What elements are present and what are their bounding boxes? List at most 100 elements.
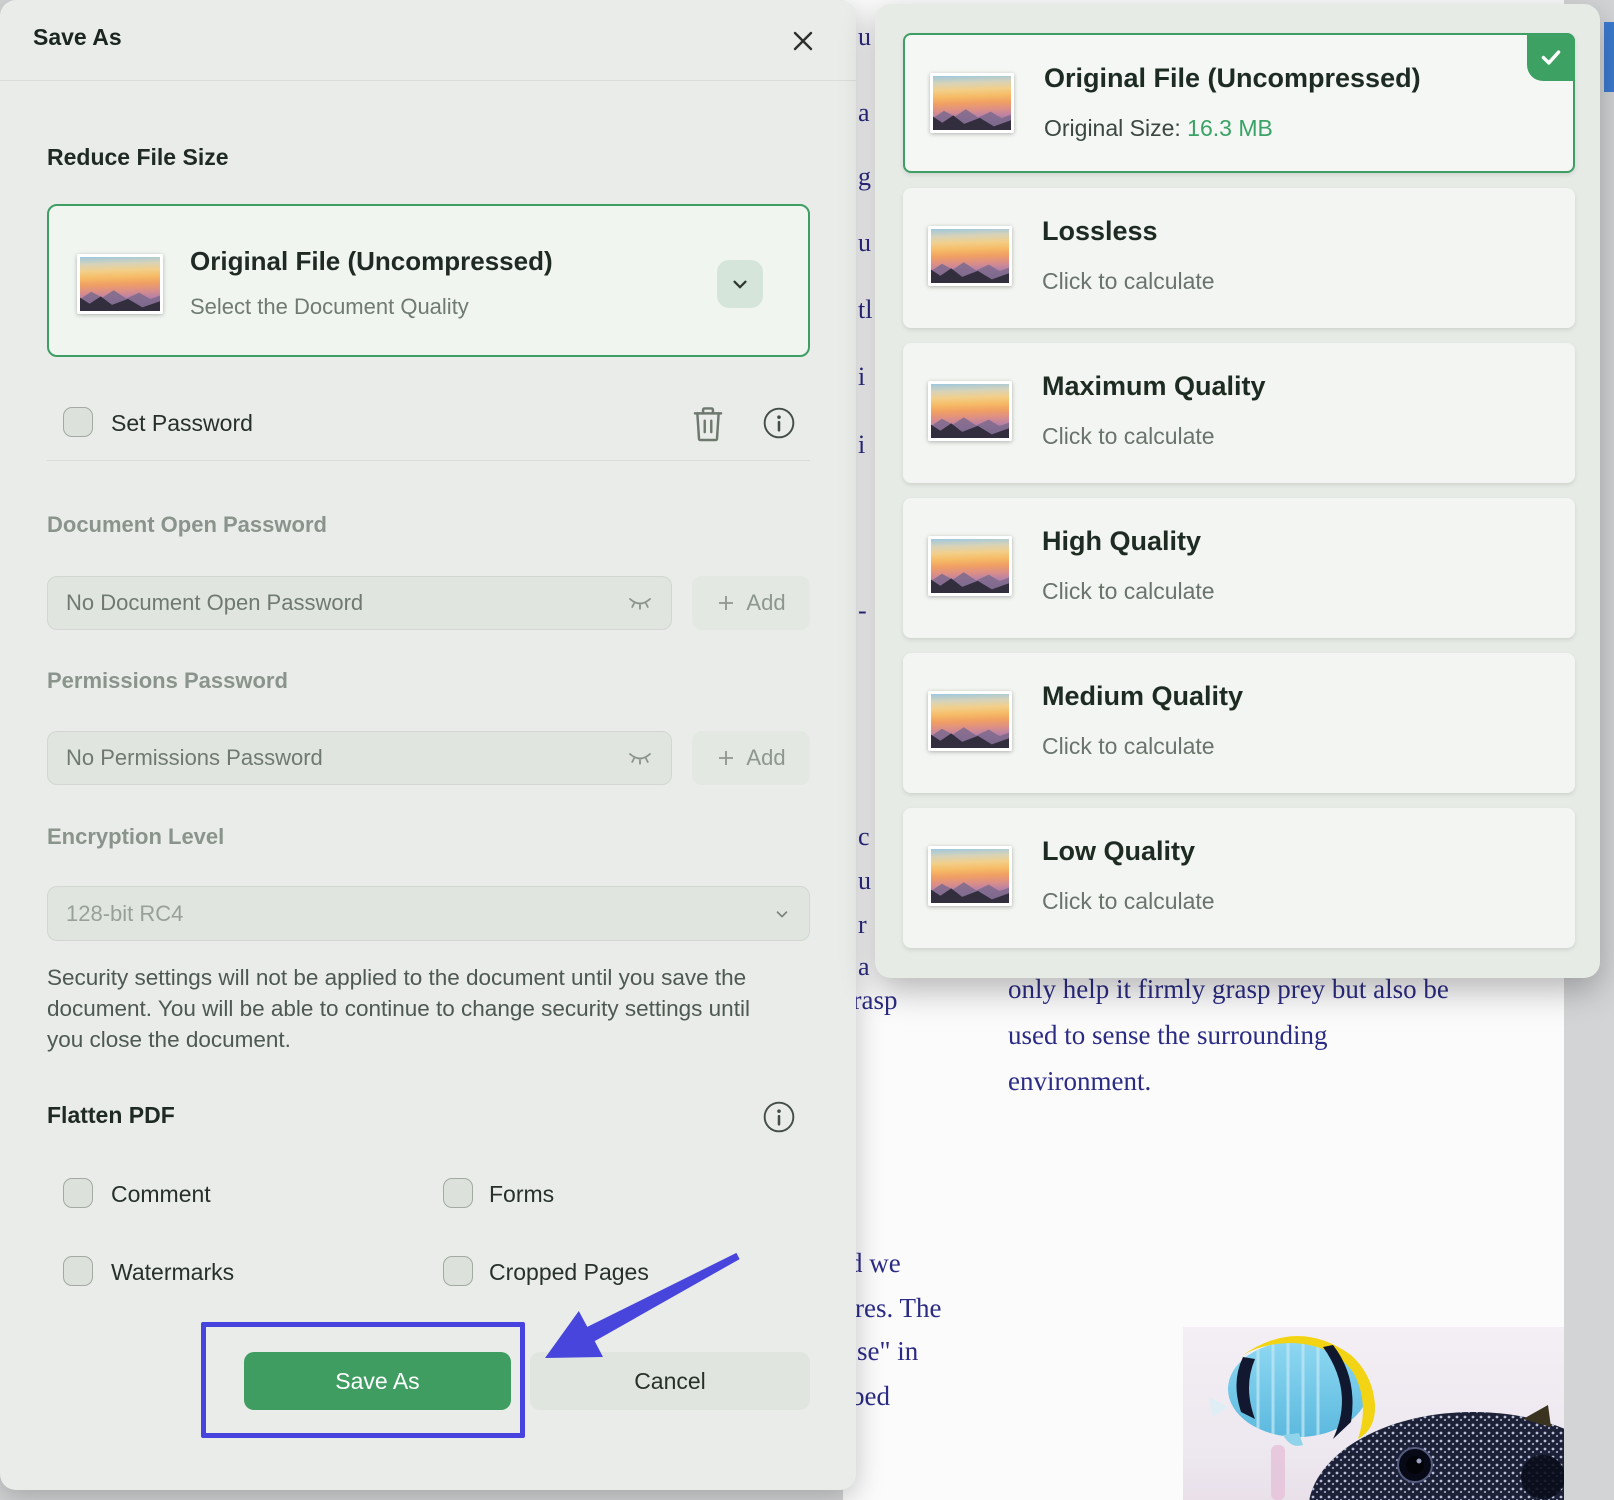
forms-checkbox[interactable] — [443, 1178, 473, 1208]
set-password-checkbox[interactable] — [63, 407, 93, 437]
permissions-password-input[interactable]: No Permissions Password — [47, 731, 672, 785]
watermarks-checkbox[interactable] — [63, 1256, 93, 1286]
dialog-title: Save As — [33, 24, 122, 51]
password-info-button[interactable] — [760, 404, 798, 442]
add-document-open-password-button[interactable]: Add — [692, 576, 810, 630]
watermarks-label: Watermarks — [111, 1259, 234, 1286]
flatten-info-button[interactable] — [760, 1098, 798, 1136]
document-open-password-label: Document Open Password — [47, 512, 327, 538]
document-open-password-input[interactable]: No Document Open Password — [47, 576, 672, 630]
checkmark-icon — [1538, 44, 1564, 70]
plus-icon — [716, 593, 736, 613]
comment-label: Comment — [111, 1181, 211, 1208]
page-text-fragment: g — [858, 162, 871, 192]
selected-quality-title: Original File (Uncompressed) — [190, 246, 553, 277]
background-app-accent — [1604, 22, 1614, 92]
permissions-password-value: No Permissions Password — [66, 745, 627, 771]
highlight-rectangle-annotation — [201, 1322, 525, 1438]
original-size-label: Original Size: — [1044, 115, 1187, 141]
flatten-pdf-heading: Flatten PDF — [47, 1102, 175, 1129]
comment-checkbox[interactable] — [63, 1178, 93, 1208]
document-thumbnail — [928, 381, 1012, 441]
document-thumbnail — [928, 691, 1012, 751]
encryption-level-label: Encryption Level — [47, 824, 224, 850]
page-text-fragment: u — [858, 866, 871, 896]
eye-closed-icon[interactable] — [627, 594, 653, 612]
reduce-file-size-heading: Reduce File Size — [47, 144, 229, 171]
forms-label: Forms — [489, 1181, 554, 1208]
encryption-level-select[interactable]: 128-bit RC4 — [47, 886, 810, 941]
quality-option-subtitle: Original Size: 16.3 MB — [1044, 115, 1273, 142]
info-icon — [762, 1100, 796, 1134]
trash-icon — [690, 404, 726, 444]
page-text-fragment: r — [858, 910, 867, 940]
document-thumbnail — [930, 73, 1014, 133]
quality-selector[interactable]: Original File (Uncompressed) Select the … — [47, 204, 810, 357]
quality-option-title: High Quality — [1042, 526, 1201, 557]
document-thumbnail — [928, 846, 1012, 906]
quality-dropdown-button[interactable] — [717, 260, 763, 308]
quality-option-subtitle: Click to calculate — [1042, 578, 1215, 605]
original-size-value: 16.3 MB — [1187, 115, 1273, 141]
page-text-fragment: a — [858, 952, 870, 982]
page-text-fragment: se" in — [857, 1336, 918, 1367]
security-note: Security settings will not be applied to… — [47, 962, 792, 1055]
quality-option-title: Medium Quality — [1042, 681, 1243, 712]
selected-quality-subtitle: Select the Document Quality — [190, 294, 469, 320]
add-button-label: Add — [746, 590, 785, 616]
document-thumbnail — [928, 226, 1012, 286]
quality-option-title: Maximum Quality — [1042, 371, 1266, 402]
quality-option-maximum[interactable]: Maximum Quality Click to calculate — [903, 343, 1575, 483]
permissions-password-label: Permissions Password — [47, 668, 288, 694]
set-password-label: Set Password — [111, 410, 253, 437]
page-text-fragment: res. The — [855, 1293, 941, 1324]
chevron-down-icon — [773, 905, 791, 923]
divider — [47, 460, 810, 461]
delete-password-button[interactable] — [686, 402, 730, 446]
quality-option-low[interactable]: Low Quality Click to calculate — [903, 808, 1575, 948]
chevron-down-icon — [729, 273, 751, 295]
page-text-fragment: u — [858, 228, 871, 258]
page-text-fragment: tl — [858, 295, 872, 325]
quality-option-subtitle: Click to calculate — [1042, 423, 1215, 450]
page-text-fragment: d we — [849, 1248, 901, 1279]
add-button-label: Add — [746, 745, 785, 771]
document-open-password-value: No Document Open Password — [66, 590, 627, 616]
page-text-fragment: i — [858, 362, 865, 392]
page-text-fragment: i — [858, 430, 865, 460]
divider — [0, 80, 856, 81]
document-thumbnail — [928, 536, 1012, 596]
close-icon — [785, 23, 821, 59]
quality-option-subtitle: Click to calculate — [1042, 733, 1215, 760]
quality-option-high[interactable]: High Quality Click to calculate — [903, 498, 1575, 638]
quality-option-medium[interactable]: Medium Quality Click to calculate — [903, 653, 1575, 793]
quality-option-subtitle: Click to calculate — [1042, 888, 1215, 915]
quality-options-panel: Original File (Uncompressed) Original Si… — [875, 4, 1600, 978]
page-text-fragment: a — [858, 98, 870, 128]
selected-badge — [1527, 33, 1575, 81]
quality-option-title: Lossless — [1042, 216, 1158, 247]
quality-option-subtitle: Click to calculate — [1042, 268, 1215, 295]
quality-option-lossless[interactable]: Lossless Click to calculate — [903, 188, 1575, 328]
encryption-level-value: 128-bit RC4 — [66, 901, 773, 927]
arrow-annotation — [520, 1240, 760, 1380]
eye-closed-icon[interactable] — [627, 749, 653, 767]
page-text-fragment: bed — [851, 1381, 890, 1412]
page-text-fragment: c — [858, 822, 870, 852]
plus-icon — [716, 748, 736, 768]
close-button[interactable] — [782, 20, 824, 62]
quality-option-title: Original File (Uncompressed) — [1044, 63, 1421, 94]
page-text-fragment: u — [858, 22, 871, 52]
page-text-line: used to sense the surrounding — [1008, 1012, 1449, 1058]
cropped-pages-checkbox[interactable] — [443, 1256, 473, 1286]
document-thumbnail — [77, 254, 163, 314]
fish-photo — [1183, 1327, 1564, 1500]
fish-photo-illustration — [1183, 1327, 1564, 1500]
quality-option-original[interactable]: Original File (Uncompressed) Original Si… — [903, 33, 1575, 173]
info-icon — [762, 406, 796, 440]
add-permissions-password-button[interactable]: Add — [692, 731, 810, 785]
page-text-fragment: - — [858, 596, 867, 626]
quality-option-title: Low Quality — [1042, 836, 1195, 867]
page-paragraph: only help it firmly grasp prey but also … — [1008, 966, 1449, 1104]
page-text-line: environment. — [1008, 1058, 1449, 1104]
